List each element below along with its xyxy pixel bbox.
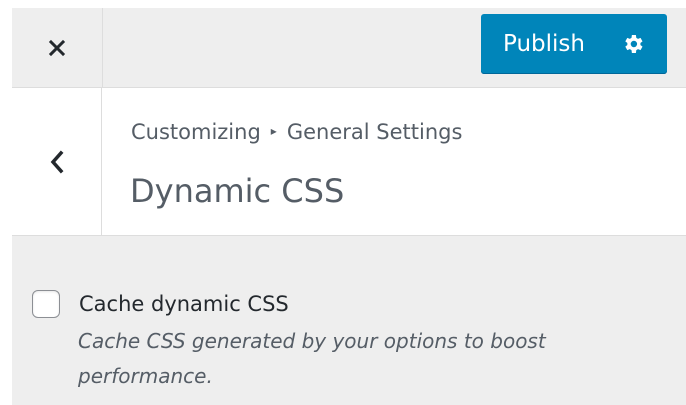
close-button[interactable] [12, 8, 103, 87]
gear-icon[interactable] [621, 32, 645, 56]
breadcrumb: Customizing ▸ General Settings [131, 118, 462, 147]
publish-button[interactable]: Publish [481, 14, 667, 74]
cache-dynamic-css-control: Cache dynamic CSS Cache CSS generated by… [12, 236, 686, 405]
breadcrumb-parent: Customizing [131, 120, 261, 144]
breadcrumb-current: General Settings [286, 120, 463, 144]
customizer-header: Publish [12, 8, 686, 88]
section-header: Customizing ▸ General Settings Dynamic CSS [12, 88, 686, 236]
cache-dynamic-css-description: Cache CSS generated by your options to b… [78, 329, 546, 388]
back-button[interactable] [12, 88, 102, 235]
breadcrumb-separator-icon: ▸ [270, 124, 277, 138]
cache-dynamic-css-label[interactable]: Cache dynamic CSS [79, 289, 289, 319]
cache-dynamic-css-checkbox[interactable] [32, 290, 60, 318]
close-icon [48, 39, 66, 56]
customizer-panel: Publish Customizing ▸ General Settings Dyn… [12, 8, 686, 405]
publish-label: Publish [503, 31, 585, 57]
chevron-left-icon [50, 150, 63, 173]
section-title: Dynamic CSS [130, 172, 345, 210]
